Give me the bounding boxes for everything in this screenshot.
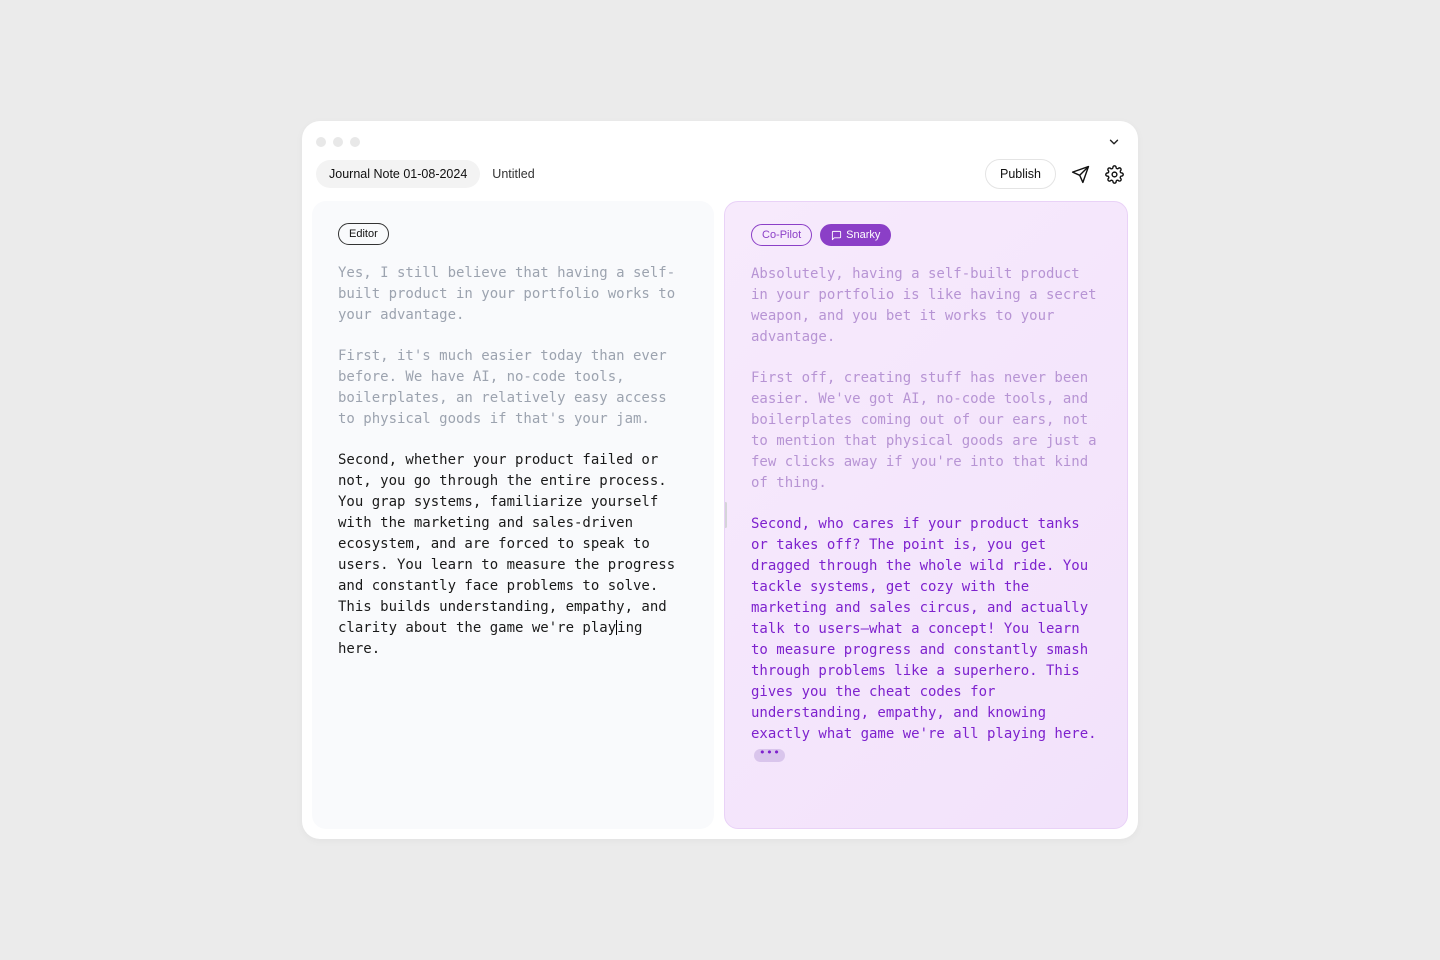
send-icon [1071, 165, 1090, 184]
pane-resize-handle[interactable] [724, 502, 727, 528]
tab-untitled[interactable]: Untitled [492, 167, 534, 181]
editor-pane-header: Editor [338, 223, 688, 245]
tone-badge-label: Snarky [846, 229, 880, 241]
tone-badge[interactable]: Snarky [820, 224, 891, 246]
header-tabs: Journal Note 01-08-2024 Untitled [316, 160, 535, 188]
editor-paragraph-3: Second, whether your product failed or n… [338, 450, 688, 660]
copilot-badge: Co-Pilot [751, 224, 812, 246]
copilot-pane-header: Co-Pilot Snarky [751, 224, 1101, 246]
gear-icon [1105, 165, 1124, 184]
traffic-light-minimize[interactable] [333, 137, 343, 147]
editor-content[interactable]: Yes, I still believe that having a self-… [338, 263, 688, 660]
editor-paragraph-1: Yes, I still believe that having a self-… [338, 263, 688, 326]
titlebar [302, 121, 1138, 149]
header: Journal Note 01-08-2024 Untitled Publish [302, 149, 1138, 201]
settings-button[interactable] [1104, 164, 1124, 184]
copilot-paragraph-1: Absolutely, having a self-built product … [751, 264, 1101, 348]
editor-pane: Editor Yes, I still believe that having … [312, 201, 714, 829]
editor-badge: Editor [338, 223, 389, 245]
copilot-paragraph-3: Second, who cares if your product tanks … [751, 514, 1101, 766]
publish-button[interactable]: Publish [985, 159, 1056, 189]
continue-indicator[interactable]: ••• [754, 749, 785, 762]
panes-container: Editor Yes, I still believe that having … [302, 201, 1138, 839]
chat-icon [831, 230, 842, 241]
tab-journal-note[interactable]: Journal Note 01-08-2024 [316, 160, 480, 188]
app-window: Journal Note 01-08-2024 Untitled Publish… [302, 121, 1138, 839]
traffic-light-close[interactable] [316, 137, 326, 147]
copilot-pane: Co-Pilot Snarky Absolutely, having a sel… [724, 201, 1128, 829]
traffic-light-zoom[interactable] [350, 137, 360, 147]
send-button[interactable] [1070, 164, 1090, 184]
traffic-lights [316, 137, 360, 147]
copilot-paragraph-2: First off, creating stuff has never been… [751, 368, 1101, 494]
header-actions: Publish [985, 159, 1124, 189]
editor-paragraph-2: First, it's much easier today than ever … [338, 346, 688, 430]
copilot-content: Absolutely, having a self-built product … [751, 264, 1101, 766]
chevron-down-icon [1107, 135, 1121, 149]
